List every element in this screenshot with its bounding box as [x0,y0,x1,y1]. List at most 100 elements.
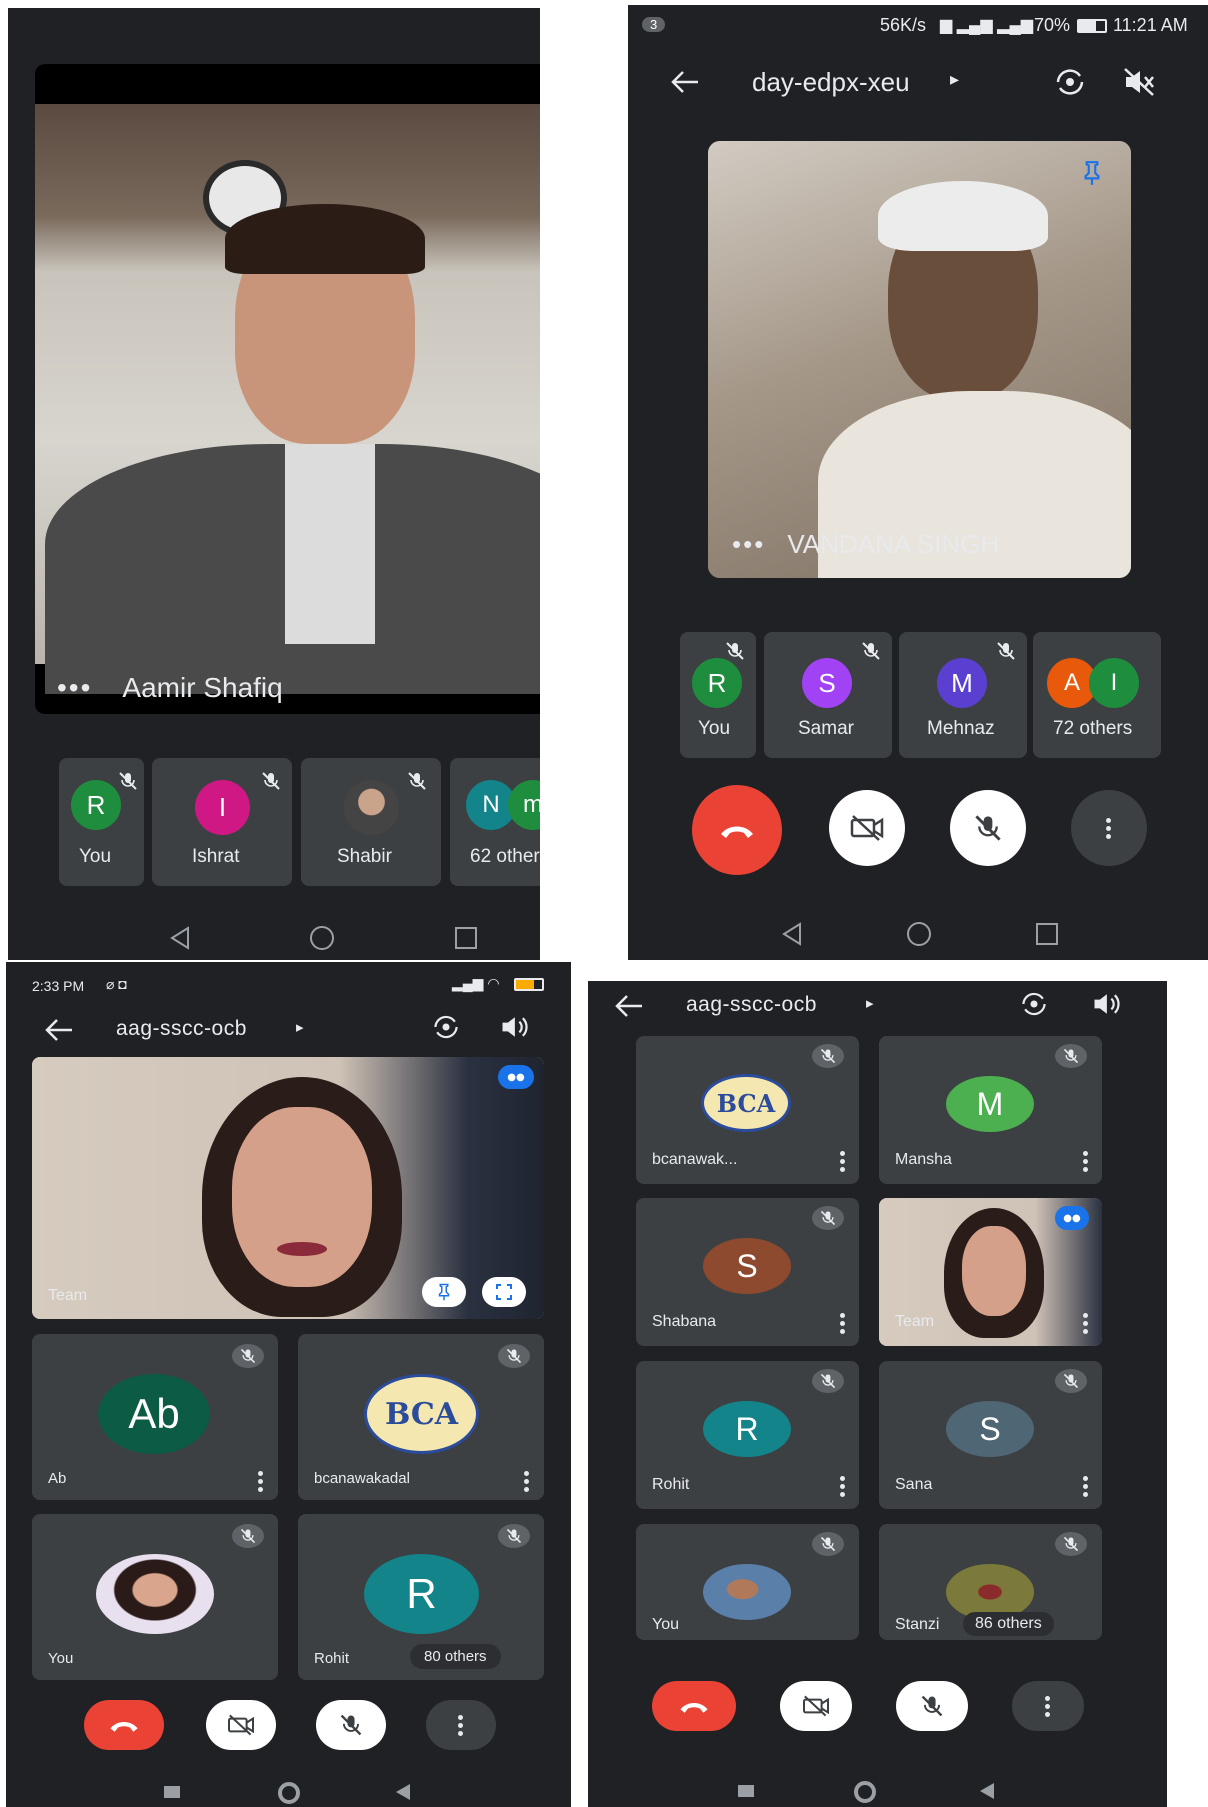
others-count[interactable]: 80 others [410,1644,501,1669]
participant-tile-shabir[interactable]: Shabir [301,758,441,886]
participant-tile-samar[interactable]: S Samar [764,632,892,758]
mic-off-icon [975,815,1001,841]
participant-name: Rohit [314,1650,350,1667]
camera-off-button[interactable] [780,1681,852,1731]
avatar: R [364,1554,479,1634]
end-call-button[interactable] [652,1681,736,1731]
home-nav-icon[interactable] [308,924,336,952]
avatar: S [802,658,852,708]
speaker-icon[interactable] [1090,989,1122,1019]
hang-up-icon [110,1722,138,1732]
tile-menu-icon[interactable] [1083,1473,1089,1500]
pinned-video-tile[interactable]: ••• VANDANA SINGH [708,141,1131,578]
recents-nav-icon[interactable] [164,1786,180,1798]
participant-tile-rohit[interactable]: R Rohit 80 others [298,1514,544,1680]
participant-name: You [698,718,731,739]
back-nav-icon[interactable] [166,924,194,952]
switch-camera-icon[interactable] [1018,989,1050,1019]
home-nav-icon[interactable] [854,1781,876,1803]
camera-off-button[interactable] [206,1700,276,1750]
mic-off-button[interactable] [896,1681,968,1731]
back-arrow-icon[interactable] [44,1017,74,1043]
back-arrow-icon[interactable] [614,993,644,1019]
avatar: Ab [98,1374,210,1454]
meeting-info-caret-icon[interactable]: ▸ [950,69,959,90]
participant-tile-you[interactable]: R You [680,632,756,758]
speaker-icon[interactable] [498,1012,530,1042]
participant-tile-mehnaz[interactable]: M Mehnaz [899,632,1027,758]
tile-menu-icon[interactable] [1083,1310,1089,1337]
camera-off-button[interactable] [829,790,905,866]
participant-tile-you[interactable]: R You [59,758,144,886]
avatar-photo [96,1554,214,1634]
switch-camera-icon[interactable] [1052,65,1088,99]
participant-tile-shabana[interactable]: S Shabana [636,1198,859,1346]
recents-nav-icon[interactable] [452,924,480,952]
pin-icon[interactable] [1079,159,1105,187]
avatar: I [1089,658,1139,708]
speaking-indicator: ●● [1055,1206,1089,1230]
participant-tile-ishrat[interactable]: I Ishrat [152,758,292,886]
pin-button[interactable] [422,1277,466,1307]
tile-menu-icon[interactable] [840,1473,846,1500]
person-shape [45,204,540,694]
meeting-code[interactable]: day-edpx-xeu [752,67,910,98]
home-nav-icon[interactable] [278,1782,300,1804]
mic-off-icon [812,1206,844,1230]
others-count: 62 others [470,846,540,867]
recents-nav-icon[interactable] [1033,920,1061,948]
participant-name: Team [895,1313,935,1330]
switch-camera-icon[interactable] [430,1012,462,1042]
tile-menu-icon[interactable] [258,1468,264,1495]
back-arrow-icon[interactable] [670,69,700,95]
meeting-code[interactable]: aag-sscc-ocb [686,993,817,1017]
participant-tile-you[interactable]: You [32,1514,278,1680]
tile-menu-icon[interactable] [1083,1148,1089,1175]
tile-menu-icon[interactable] [840,1148,846,1175]
battery-level: 70% [1034,15,1071,35]
more-options-button[interactable] [1012,1681,1084,1731]
participant-name: Stanzi [895,1616,940,1633]
others-count: 72 others [1053,718,1133,739]
meeting-code[interactable]: aag-sscc-ocb [116,1017,247,1041]
participant-tile-others[interactable]: N m 62 others [450,758,540,886]
end-call-button[interactable] [692,785,782,875]
mic-off-button[interactable] [316,1700,386,1750]
tile-menu-icon[interactable] [524,1468,530,1495]
participant-tile-stanzin[interactable]: Stanzi 86 others [879,1524,1102,1640]
participant-name: bcanawakadal [314,1470,410,1487]
speaker-off-icon[interactable] [1121,65,1157,99]
avatar: R [692,658,742,708]
more-vert-icon [1045,1693,1051,1720]
fullscreen-button[interactable] [482,1277,526,1307]
meeting-info-caret-icon[interactable]: ▸ [866,994,874,1012]
main-video-tile[interactable]: Team ●● [32,1057,544,1319]
participant-tile-others[interactable]: A I 72 others [1033,632,1161,758]
recents-nav-icon[interactable] [738,1785,754,1797]
participant-tile-ab[interactable]: Ab Ab [32,1334,278,1500]
more-options-button[interactable] [1071,790,1147,866]
back-nav-icon[interactable] [396,1784,410,1800]
others-count[interactable]: 86 others [963,1612,1054,1636]
back-nav-icon[interactable] [980,1783,994,1799]
participant-tile-bcanawak[interactable]: BCA bcanawak... [636,1036,859,1184]
participant-tile-sana[interactable]: S Sana [879,1361,1102,1509]
more-options-button[interactable] [426,1700,496,1750]
home-nav-icon[interactable] [905,920,933,948]
participant-tile-you[interactable]: You [636,1524,859,1640]
participant-tile-bcanawakadal[interactable]: BCA bcanawakadal [298,1334,544,1500]
tile-menu-icon[interactable] [840,1310,846,1337]
end-call-button[interactable] [84,1700,164,1750]
participant-tile-mansha[interactable]: M Mansha [879,1036,1102,1184]
meeting-info-caret-icon[interactable]: ▸ [296,1018,304,1036]
participant-tile-rohit[interactable]: R Rohit [636,1361,859,1509]
mic-off-icon [232,1524,264,1548]
avatar-photo [703,1564,791,1620]
more-options-icon[interactable]: ••• [57,672,92,703]
participant-tile-team[interactable]: Team ●● [879,1198,1102,1346]
mic-off-icon [812,1532,844,1556]
pinned-video-tile[interactable]: ••• Aamir Shafiq [35,64,540,714]
mic-off-button[interactable] [950,790,1026,866]
back-nav-icon[interactable] [778,920,806,948]
more-options-icon[interactable]: ••• [732,529,765,559]
